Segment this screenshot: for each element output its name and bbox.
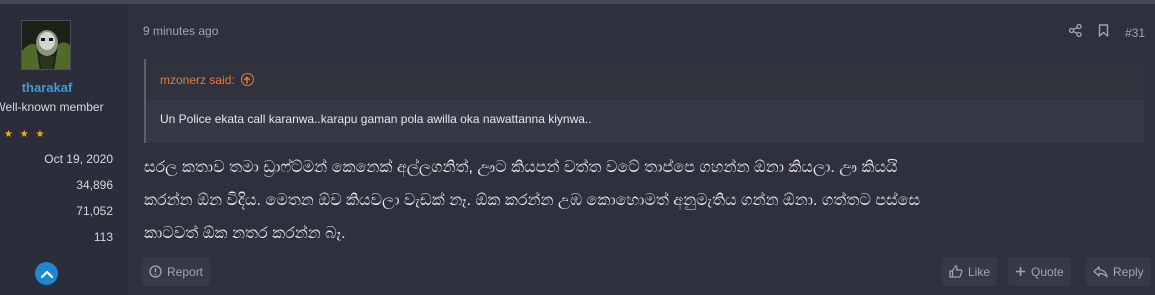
bookmark-icon[interactable] xyxy=(1098,24,1109,42)
quote-label: Quote xyxy=(1031,264,1064,279)
user-title: Well-known member xyxy=(0,100,104,114)
thumbs-up-icon xyxy=(949,265,963,278)
scroll-up-button[interactable] xyxy=(35,262,58,285)
share-icon[interactable] xyxy=(1068,23,1082,42)
post-top-actions: #31 xyxy=(1068,23,1145,42)
reaction-score: 71,052 xyxy=(76,204,113,218)
go-to-quote-icon[interactable] xyxy=(240,73,254,86)
avatar[interactable] xyxy=(21,20,71,70)
message-count: 34,896 xyxy=(76,178,113,192)
rank-stars: ★ ★ ★ xyxy=(4,129,47,140)
reply-label: Reply xyxy=(1113,264,1144,279)
quote-header[interactable]: mzonerz said: xyxy=(146,59,1144,100)
quote-block: mzonerz said: Un Police ekata call karan… xyxy=(144,59,1144,143)
report-button[interactable]: Report xyxy=(142,257,211,286)
post-body-line: කරන්න ඕන විදිය. මෙතන ඕව කියවලා වැඩක් නෑ.… xyxy=(144,192,921,209)
report-label: Report xyxy=(167,264,204,279)
post-timestamp[interactable]: 9 minutes ago xyxy=(143,24,218,38)
like-label: Like xyxy=(968,264,991,279)
like-button[interactable]: Like xyxy=(942,257,998,286)
joined-date: Oct 19, 2020 xyxy=(44,152,113,166)
report-icon xyxy=(149,265,162,278)
username[interactable]: tharakaf xyxy=(0,80,94,95)
message-panel: 9 minutes ago #31 mzonerz said: Un Polic… xyxy=(128,4,1155,295)
user-info-panel: tharakaf Well-known member ★ ★ ★ Oct 19,… xyxy=(0,4,128,295)
chevron-up-icon xyxy=(40,270,53,278)
plus-icon xyxy=(1016,267,1025,276)
post-number[interactable]: #31 xyxy=(1125,26,1145,40)
quote-text: Un Police ekata call karanwa..karapu gam… xyxy=(160,112,592,126)
post-body-line: කාටවත් ඕක නතර කරන්න බෑ. xyxy=(144,225,346,242)
reply-button[interactable]: Reply xyxy=(1086,257,1151,286)
points-count: 113 xyxy=(93,230,113,244)
quote-author[interactable]: mzonerz said: xyxy=(160,73,235,87)
post-body-line: සරල කතාව තමා ඩ්‍රාෆ්ට්මන් කෙනෙක් අල්ලගනි… xyxy=(144,159,898,176)
post-body: සරල කතාව තමා ඩ්‍රාෆ්ට්මන් කෙනෙක් අල්ලගනි… xyxy=(144,151,1144,250)
quote-button[interactable]: Quote xyxy=(1008,257,1071,286)
reply-icon xyxy=(1093,265,1108,278)
